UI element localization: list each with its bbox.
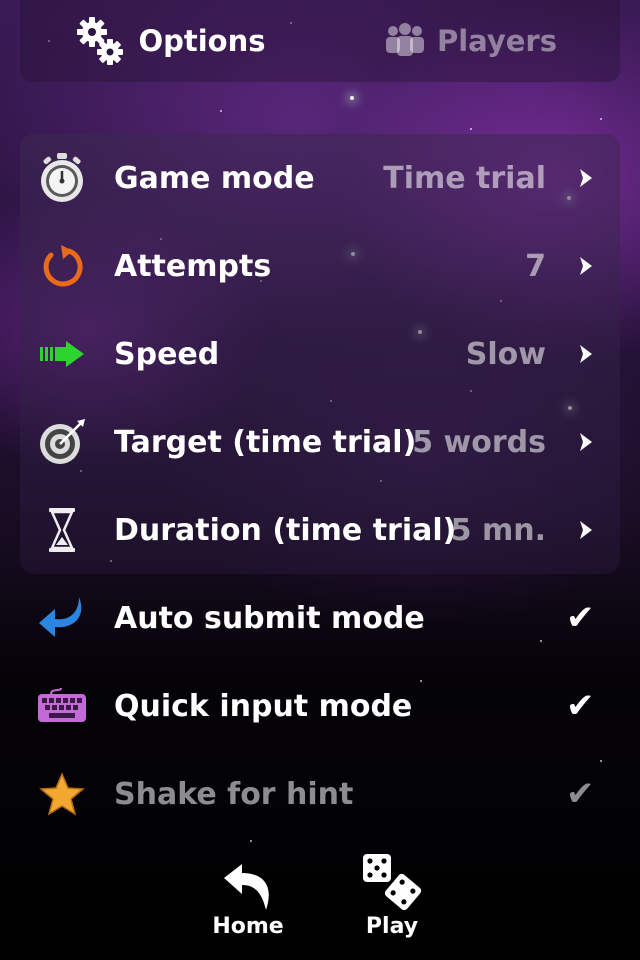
play-label: Play: [365, 914, 419, 939]
setting-label: Attempts: [114, 248, 272, 284]
tab-players-label: Players: [436, 24, 557, 58]
speed-arrow-icon: [34, 326, 90, 382]
checkmark-icon[interactable]: ✔: [566, 598, 595, 638]
dice-icon: [360, 850, 424, 912]
hourglass-icon: [34, 502, 90, 558]
chevron-right-icon: [580, 257, 592, 275]
setting-duration[interactable]: Duration (time trial) 5 mn.: [0, 486, 640, 574]
setting-label: Speed: [114, 336, 220, 372]
setting-shake-hint[interactable]: Shake for hint ✔: [0, 750, 640, 838]
setting-game-mode[interactable]: Game mode Time trial: [0, 134, 640, 222]
setting-label: Auto submit mode: [114, 600, 425, 636]
setting-label: Target (time trial): [114, 424, 417, 460]
home-button[interactable]: Home: [212, 850, 284, 950]
home-label: Home: [212, 914, 284, 939]
stopwatch-icon: [34, 150, 90, 206]
chevron-right-icon: [580, 433, 592, 451]
play-button[interactable]: Play: [356, 850, 428, 950]
setting-auto-submit[interactable]: Auto submit mode ✔: [0, 574, 640, 662]
star-icon: [34, 766, 90, 822]
tab-options[interactable]: Options: [20, 14, 320, 68]
target-icon: [34, 414, 90, 470]
chevron-right-icon: [580, 169, 592, 187]
back-arrow-icon: [216, 850, 280, 912]
setting-label: Duration (time trial): [114, 512, 457, 548]
gears-icon: [74, 14, 128, 68]
setting-value: 7: [525, 248, 546, 284]
setting-quick-input[interactable]: Quick input mode ✔: [0, 662, 640, 750]
setting-value: 5 words: [412, 424, 546, 460]
tab-options-label: Options: [138, 24, 266, 58]
setting-value: Slow: [465, 336, 546, 372]
setting-value: Time trial: [383, 160, 546, 196]
tab-bar: Options Players: [20, 0, 620, 82]
curved-arrow-icon: [34, 590, 90, 646]
chevron-right-icon: [580, 521, 592, 539]
checkmark-icon[interactable]: ✔: [566, 774, 595, 814]
setting-speed[interactable]: Speed Slow: [0, 310, 640, 398]
players-icon: [383, 21, 427, 61]
setting-label: Game mode: [114, 160, 315, 196]
retry-arrow-icon: [34, 238, 90, 294]
setting-value: 5 mn.: [450, 512, 546, 548]
tab-players[interactable]: Players: [320, 21, 620, 61]
setting-label: Quick input mode: [114, 688, 413, 724]
setting-label: Shake for hint: [114, 776, 354, 812]
setting-attempts[interactable]: Attempts 7: [0, 222, 640, 310]
checkmark-icon[interactable]: ✔: [566, 686, 595, 726]
setting-target[interactable]: Target (time trial) 5 words: [0, 398, 640, 486]
chevron-right-icon: [580, 345, 592, 363]
keyboard-icon: [34, 678, 90, 734]
